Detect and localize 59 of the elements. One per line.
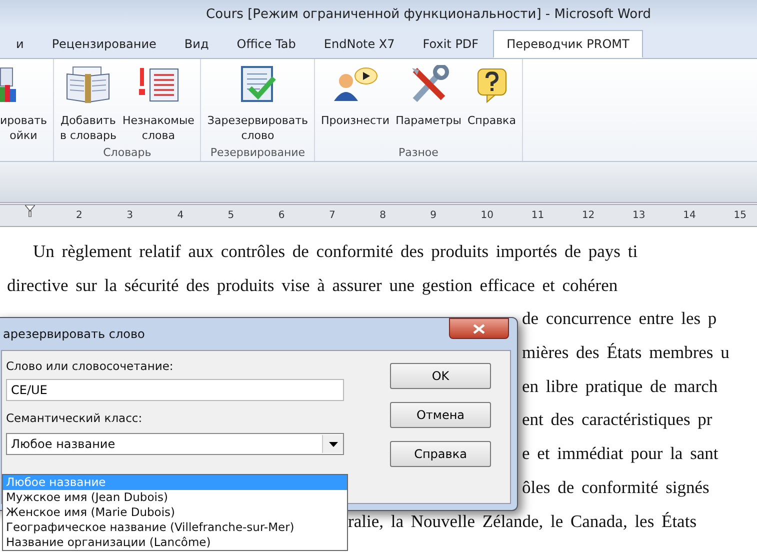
document-text: Un règlement relatif aux contrôles de conformité des produits importés de pays ti <box>33 241 638 261</box>
dialog-button[interactable]: Справка <box>390 441 491 467</box>
field-label: Семантический класс: <box>6 411 144 425</box>
document-text: ralie, la Nouvelle Zélande, le Canada, les États <box>348 510 697 530</box>
ruler-number: 4 <box>177 210 185 221</box>
group-label: Резервирование <box>209 146 306 159</box>
dialog-title: арезервировать слово <box>3 327 145 341</box>
field-label: Слово или словосочетание: <box>6 359 174 373</box>
dropdown-arrow-icon <box>328 442 338 446</box>
dropdown-option[interactable]: Название организации (Lancôme) <box>3 535 347 550</box>
group-label: Разное <box>398 146 440 159</box>
ribbon-button[interactable]: Зарезервировать слово <box>205 63 310 146</box>
books-icon <box>0 65 16 105</box>
ruler-number: 15 <box>734 210 748 221</box>
document-text: ôles de conformité signés <box>522 476 710 497</box>
document-text: ent des caractéristiques pr <box>522 409 712 430</box>
ruler-number: 9 <box>430 210 438 221</box>
ribbon-tab[interactable]: Вид <box>170 30 223 58</box>
ribbon-button[interactable]: Добавить в словарь <box>58 63 118 146</box>
ribbon-tab[interactable]: Переводчик PROMT <box>492 30 644 58</box>
ribbon-button[interactable]: Произнести <box>319 63 392 146</box>
ruler-number: 6 <box>278 210 286 221</box>
document-text: directive sur la sécurité des produits vise à assurer une gestion efficace et cohéren <box>7 274 618 295</box>
ribbon-button[interactable]: Незнакомые слова <box>120 63 196 146</box>
document-text: en libre pratique de march <box>522 376 718 396</box>
ribbon-tab[interactable]: и <box>2 30 38 58</box>
close-button[interactable] <box>449 318 509 339</box>
ruler-number: 14 <box>683 210 697 221</box>
ribbon-button[interactable]: ировать ойки <box>0 63 49 146</box>
ruler-number: 13 <box>632 210 646 221</box>
dialog-button[interactable]: Отмена <box>390 402 491 428</box>
dropdown-option[interactable]: Мужское имя (Jean Dubois) <box>3 490 347 505</box>
word-input-field[interactable]: CE/UE <box>6 379 344 401</box>
close-icon <box>473 324 485 334</box>
dropdown-option[interactable]: Женское имя (Marie Dubois) <box>3 505 347 520</box>
ribbon-button[interactable]: Параметры <box>394 63 464 146</box>
ruler-number: 12 <box>582 210 596 221</box>
document-text: e et immédiat pour la sant <box>522 443 718 464</box>
ruler-number: 10 <box>480 210 494 221</box>
ruler-number: 7 <box>328 210 336 221</box>
ruler-number: 8 <box>380 210 387 221</box>
ruler-number: 11 <box>531 210 546 221</box>
dialog-button[interactable]: OK <box>390 363 491 389</box>
book-icon <box>65 65 112 105</box>
ribbon-tab[interactable]: EndNote X7 <box>310 30 409 58</box>
ribbon-tab[interactable]: Office Tab <box>222 30 310 58</box>
ribbon-tab[interactable]: Рецензирование <box>38 30 170 58</box>
ruler-number: 2 <box>76 210 84 221</box>
document-text: mières des États membres u <box>522 342 730 362</box>
document-text: de concurrence entre les p <box>522 308 717 328</box>
class-dropdown[interactable]: Любое название <box>6 433 344 455</box>
group-label: Словарь <box>102 146 152 159</box>
ribbon-tab[interactable]: Foxit PDF <box>408 30 493 58</box>
ruler-number: 5 <box>228 210 236 221</box>
ribbon-button[interactable]: Справка <box>465 63 518 146</box>
indent-marker-icon[interactable] <box>25 205 35 217</box>
dropdown-option[interactable]: Географическое название (Villefranche-sur-Mer) <box>3 520 347 535</box>
window-title: Cours [Режим ограниченной функциональности] - Microsoft Word <box>206 6 651 22</box>
ruler-number: 3 <box>126 210 134 221</box>
